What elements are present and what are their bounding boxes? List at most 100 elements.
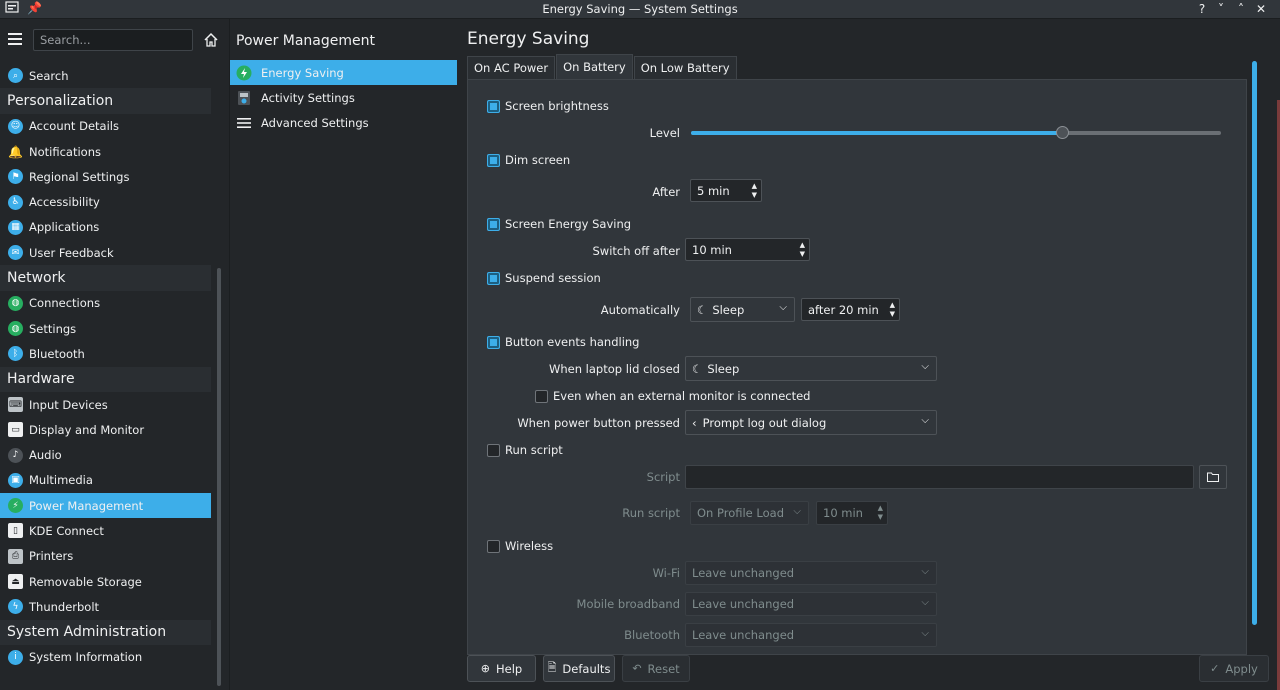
- sidebar-item-removable-storage[interactable]: ⏏ Removable Storage: [0, 569, 211, 594]
- chat-icon: ✉: [8, 245, 23, 261]
- dim-after-value: 5 min: [697, 183, 730, 198]
- speaker-icon: ♪: [8, 447, 23, 463]
- sidebar-item-label: Multimedia: [29, 473, 93, 488]
- sidebar-item-label: Accessibility: [29, 195, 100, 210]
- defaults-button[interactable]: 🗎 Defaults: [543, 655, 615, 682]
- chevron-down-icon: ⌵: [793, 506, 801, 517]
- reset-button[interactable]: ↶ Reset: [622, 655, 690, 682]
- apply-button[interactable]: ✓ Apply: [1199, 655, 1269, 682]
- sidebar-item-audio[interactable]: ♪ Audio: [0, 442, 211, 467]
- brightness-slider-handle[interactable]: [1056, 126, 1069, 139]
- button-events-checkbox[interactable]: [487, 336, 500, 349]
- subcategory-label: Advanced Settings: [261, 115, 369, 130]
- sidebar-item-account-details[interactable]: ☺ Account Details: [0, 114, 211, 139]
- switch-off-spinbox[interactable]: 10 min ▲ ▼: [685, 238, 810, 261]
- search-input[interactable]: [33, 29, 193, 51]
- sidebar-item-user-feedback[interactable]: ✉ User Feedback: [0, 240, 211, 265]
- help-button[interactable]: ⊕ Help: [467, 655, 536, 682]
- sidebar-item-multimedia[interactable]: ▣ Multimedia: [0, 468, 211, 493]
- script-path-field[interactable]: [685, 465, 1194, 489]
- chevron-down-icon: ⌵: [779, 302, 787, 313]
- chevron-down-icon: ⌵: [921, 361, 929, 372]
- bluetooth-value: Leave unchanged: [692, 628, 795, 642]
- spin-arrows-icon[interactable]: ▲ ▼: [800, 241, 805, 259]
- sidebar-scrollbar[interactable]: [217, 268, 221, 686]
- energy-icon: [236, 65, 252, 81]
- sidebar-item-search[interactable]: ⌕ Search: [0, 63, 211, 88]
- subcategory-label: Activity Settings: [261, 90, 355, 105]
- chevron-left-icon: ‹: [692, 415, 697, 430]
- sidebar-item-input-devices[interactable]: ⌨ Input Devices: [0, 392, 211, 417]
- sidebar-item-printers[interactable]: ⎙ Printers: [0, 544, 211, 569]
- tab-on-battery[interactable]: On Battery: [556, 54, 633, 79]
- sidebar-item-notifications[interactable]: 🔔 Notifications: [0, 139, 211, 164]
- spin-arrows-icon[interactable]: ▲ ▼: [752, 182, 757, 200]
- run-script-time-value: 10 min: [823, 506, 863, 520]
- sidebar-item-system-information[interactable]: i System Information: [0, 645, 211, 670]
- wifi-combo[interactable]: Leave unchanged ⌵: [685, 561, 937, 585]
- suspend-action-combo[interactable]: ☾ Sleep ⌵: [690, 297, 795, 322]
- run-script-time-spinbox[interactable]: 10 min ▲ ▼: [816, 501, 888, 525]
- suspend-after-spinbox[interactable]: after 20 min ▲ ▼: [801, 298, 900, 321]
- bluetooth-combo[interactable]: Leave unchanged ⌵: [685, 623, 937, 647]
- sidebar-item-label: Account Details: [29, 119, 119, 134]
- suspend-action-value: Sleep: [712, 302, 745, 317]
- mobile-broadband-label: Mobile broadband: [576, 597, 680, 611]
- mobile-broadband-value: Leave unchanged: [692, 597, 795, 611]
- subcategory-activity-settings[interactable]: Activity Settings: [230, 85, 457, 110]
- wireless-checkbox[interactable]: [487, 540, 500, 553]
- dim-after-spinbox[interactable]: 5 min ▲ ▼: [690, 179, 762, 202]
- mobile-broadband-combo[interactable]: Leave unchanged ⌵: [685, 592, 937, 616]
- suspend-session-checkbox[interactable]: [487, 272, 500, 285]
- sidebar-item-regional-settings[interactable]: ⚑ Regional Settings: [0, 164, 211, 189]
- sidebar-item-display-and-monitor[interactable]: ▭ Display and Monitor: [0, 417, 211, 442]
- maximize-button[interactable]: ˄: [1232, 0, 1250, 18]
- sidebar-item-label: Thunderbolt: [29, 599, 100, 614]
- screen-brightness-checkbox[interactable]: [487, 100, 500, 113]
- minimize-button[interactable]: ˅: [1212, 0, 1230, 18]
- dim-screen-checkbox[interactable]: [487, 154, 500, 167]
- power-button-combo[interactable]: ‹ Prompt log out dialog ⌵: [685, 410, 937, 435]
- level-label: Level: [649, 126, 680, 140]
- tab-on-ac-power[interactable]: On AC Power: [467, 56, 556, 79]
- subcategory-energy-saving[interactable]: Energy Saving: [230, 60, 457, 85]
- wifi-label: Wi-Fi: [652, 566, 680, 580]
- lid-closed-combo[interactable]: ☾ Sleep ⌵: [685, 356, 937, 381]
- sidebar-item-label: KDE Connect: [29, 523, 104, 538]
- help-window-button[interactable]: ?: [1193, 0, 1211, 18]
- sidebar-category-network: Network: [0, 265, 211, 291]
- sidebar-item-settings[interactable]: ◍ Settings: [0, 316, 211, 341]
- window-title: Energy Saving — System Settings: [542, 2, 738, 16]
- subcategory-list: Energy Saving Activity Settings Advanced…: [230, 60, 457, 135]
- sidebar-item-label: Removable Storage: [29, 574, 142, 589]
- sidebar-item-thunderbolt[interactable]: ϟ Thunderbolt: [0, 594, 211, 619]
- sidebar-item-power-management[interactable]: ⚡ Power Management: [0, 493, 211, 519]
- sidebar-item-connections[interactable]: ◍ Connections: [0, 291, 211, 316]
- run-script-when-combo[interactable]: On Profile Load ⌵: [690, 501, 809, 525]
- sidebar-item-applications[interactable]: ▦ Applications: [0, 215, 211, 240]
- sidebar-item-label: Regional Settings: [29, 169, 130, 184]
- switch-off-after-label: Switch off after: [592, 244, 681, 258]
- screen-energy-saving-label: Screen Energy Saving: [505, 217, 632, 231]
- subcategory-panel: Power Management Energy Saving Activity …: [229, 19, 458, 690]
- browse-folder-button[interactable]: [1199, 465, 1227, 489]
- home-icon[interactable]: [203, 32, 219, 48]
- tab-on-low-battery[interactable]: On Low Battery: [633, 56, 737, 79]
- spin-arrows-icon[interactable]: ▲ ▼: [878, 504, 883, 522]
- chevron-down-icon: ⌵: [921, 628, 929, 639]
- dim-screen-label: Dim screen: [505, 153, 571, 167]
- screen-energy-saving-checkbox[interactable]: [487, 218, 500, 231]
- subcategory-advanced-settings[interactable]: Advanced Settings: [230, 110, 457, 135]
- flag-icon: ⚑: [8, 169, 23, 185]
- close-button[interactable]: ✕: [1252, 0, 1270, 18]
- external-monitor-checkbox[interactable]: [535, 390, 548, 403]
- sidebar-category-hardware: Hardware: [0, 366, 211, 392]
- run-script-checkbox[interactable]: [487, 444, 500, 457]
- power-button-label: When power button pressed: [517, 416, 680, 430]
- spin-arrows-icon[interactable]: ▲ ▼: [890, 301, 895, 319]
- hamburger-menu-icon[interactable]: [8, 33, 22, 45]
- sidebar-item-accessibility[interactable]: ♿ Accessibility: [0, 189, 211, 214]
- sidebar-item-kde-connect[interactable]: ▯ KDE Connect: [0, 518, 211, 543]
- sidebar-item-bluetooth[interactable]: ᛒ Bluetooth: [0, 341, 211, 366]
- content-scrollbar[interactable]: [1252, 61, 1257, 625]
